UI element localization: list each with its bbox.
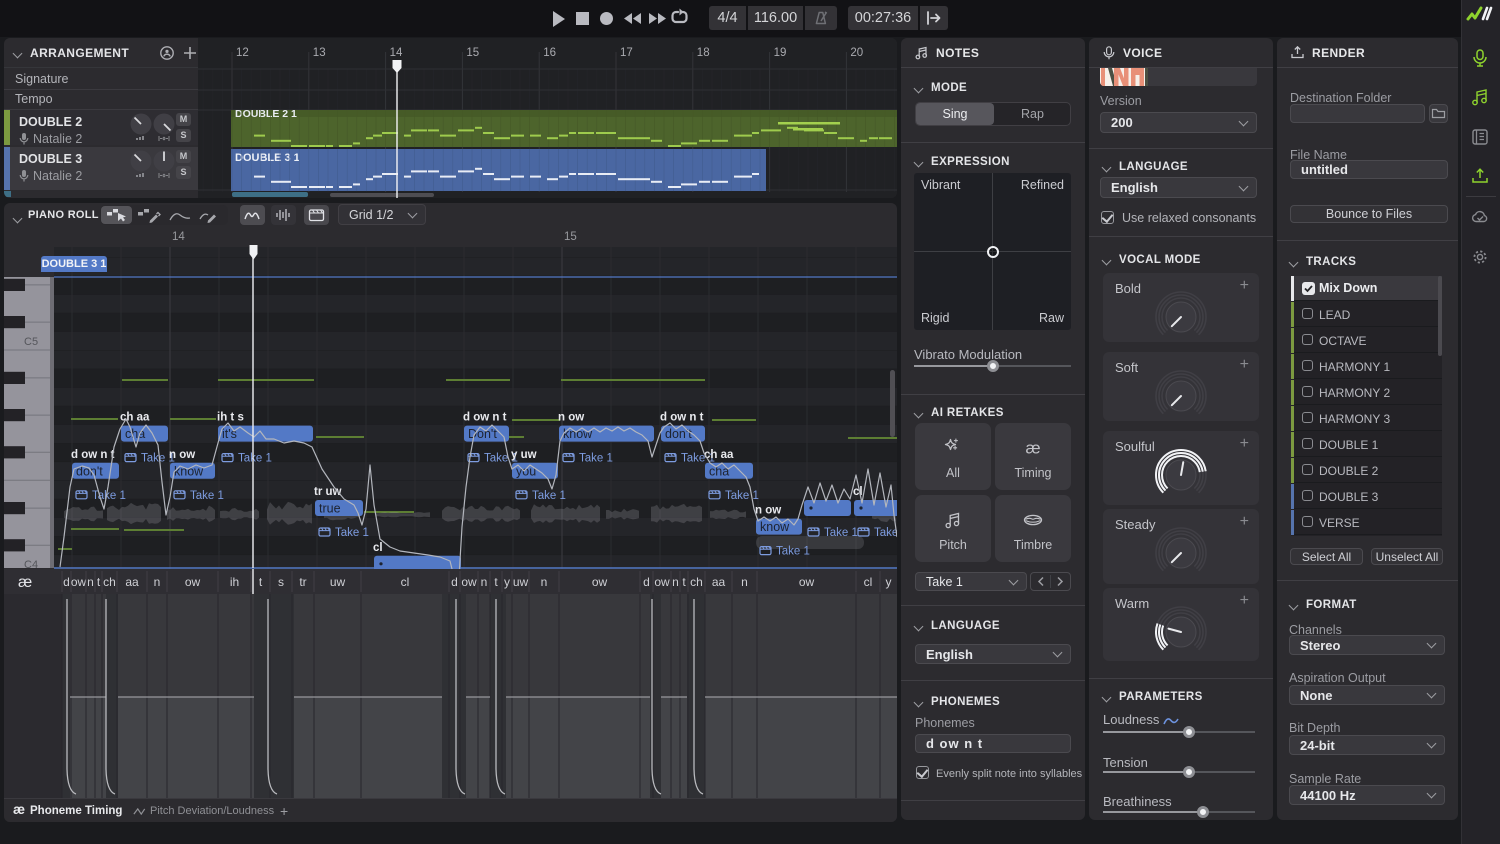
svg-text:12: 12 bbox=[236, 47, 249, 59]
svg-text:17: 17 bbox=[620, 47, 633, 59]
svg-text:ow: ow bbox=[71, 575, 87, 589]
svg-text:aa: aa bbox=[125, 575, 139, 589]
svg-text:d: d bbox=[451, 575, 458, 589]
svg-text:15: 15 bbox=[466, 47, 479, 59]
svg-text:ow: ow bbox=[799, 575, 815, 589]
svg-text:n ow: n ow bbox=[558, 412, 584, 424]
svg-text:Take 1: Take 1 bbox=[579, 453, 613, 465]
svg-text:cl: cl bbox=[864, 575, 873, 589]
svg-text:don't: don't bbox=[665, 427, 692, 441]
svg-text:ow: ow bbox=[592, 575, 608, 589]
svg-text:n: n bbox=[672, 575, 679, 589]
svg-text:n ow: n ow bbox=[169, 449, 195, 461]
svg-text:d: d bbox=[63, 575, 70, 589]
svg-text:aa: aa bbox=[712, 575, 726, 589]
svg-text:d: d bbox=[643, 575, 650, 589]
svg-text:know: know bbox=[760, 520, 790, 534]
svg-text:s: s bbox=[278, 575, 284, 589]
svg-text:ih: ih bbox=[230, 575, 239, 589]
svg-text:cl: cl bbox=[373, 542, 383, 554]
svg-text:y uw: y uw bbox=[511, 449, 537, 461]
svg-text:know: know bbox=[563, 427, 593, 441]
svg-text:C4: C4 bbox=[24, 559, 38, 569]
svg-text:C5: C5 bbox=[24, 336, 38, 348]
svg-text:Take 1: Take 1 bbox=[725, 490, 759, 502]
svg-text:uw: uw bbox=[513, 575, 529, 589]
svg-text:Take 1: Take 1 bbox=[824, 527, 858, 539]
svg-text:tr: tr bbox=[299, 575, 306, 589]
svg-text:n: n bbox=[741, 575, 748, 589]
svg-text:æ: æ bbox=[18, 574, 32, 591]
svg-text:Take 1: Take 1 bbox=[776, 546, 810, 558]
svg-text:d ow n t: d ow n t bbox=[463, 412, 507, 424]
svg-text:14: 14 bbox=[390, 47, 403, 59]
svg-text:20: 20 bbox=[850, 47, 863, 59]
svg-text:true: true bbox=[319, 502, 341, 516]
svg-text:19: 19 bbox=[774, 47, 787, 59]
svg-text:ch: ch bbox=[103, 575, 116, 589]
svg-text:ch: ch bbox=[690, 575, 703, 589]
svg-text:Take 1: Take 1 bbox=[335, 527, 369, 539]
svg-text:n: n bbox=[87, 575, 94, 589]
svg-text:n: n bbox=[154, 575, 161, 589]
svg-text:Take 1: Take 1 bbox=[238, 453, 272, 465]
svg-text:y: y bbox=[886, 575, 892, 589]
svg-text:18: 18 bbox=[697, 47, 710, 59]
svg-text:ch aa: ch aa bbox=[704, 449, 734, 461]
svg-text:ow: ow bbox=[185, 575, 201, 589]
svg-text:DOUBLE 3 1: DOUBLE 3 1 bbox=[235, 152, 300, 164]
svg-text:æ: æ bbox=[1025, 439, 1040, 458]
svg-text:Take 1: Take 1 bbox=[874, 527, 897, 539]
svg-text:Take 1: Take 1 bbox=[92, 490, 126, 502]
svg-text:n: n bbox=[541, 575, 548, 589]
svg-text:uw: uw bbox=[330, 575, 346, 589]
svg-text:n: n bbox=[481, 575, 488, 589]
svg-text:13: 13 bbox=[313, 47, 326, 59]
svg-text:16: 16 bbox=[543, 47, 556, 59]
svg-text:ow: ow bbox=[654, 575, 670, 589]
svg-text:ow: ow bbox=[461, 575, 477, 589]
svg-text:DOUBLE 2 1: DOUBLE 2 1 bbox=[235, 108, 297, 120]
svg-text:cl: cl bbox=[401, 575, 410, 589]
svg-text:it's: it's bbox=[222, 427, 237, 441]
svg-text:d ow n t: d ow n t bbox=[71, 449, 115, 461]
svg-text:y: y bbox=[504, 575, 510, 589]
svg-text:Take 1: Take 1 bbox=[532, 490, 566, 502]
svg-text:n ow: n ow bbox=[755, 505, 781, 517]
svg-text:ih t s: ih t s bbox=[217, 412, 244, 424]
svg-text:Take 1: Take 1 bbox=[190, 490, 224, 502]
svg-text:d ow n t: d ow n t bbox=[660, 412, 704, 424]
